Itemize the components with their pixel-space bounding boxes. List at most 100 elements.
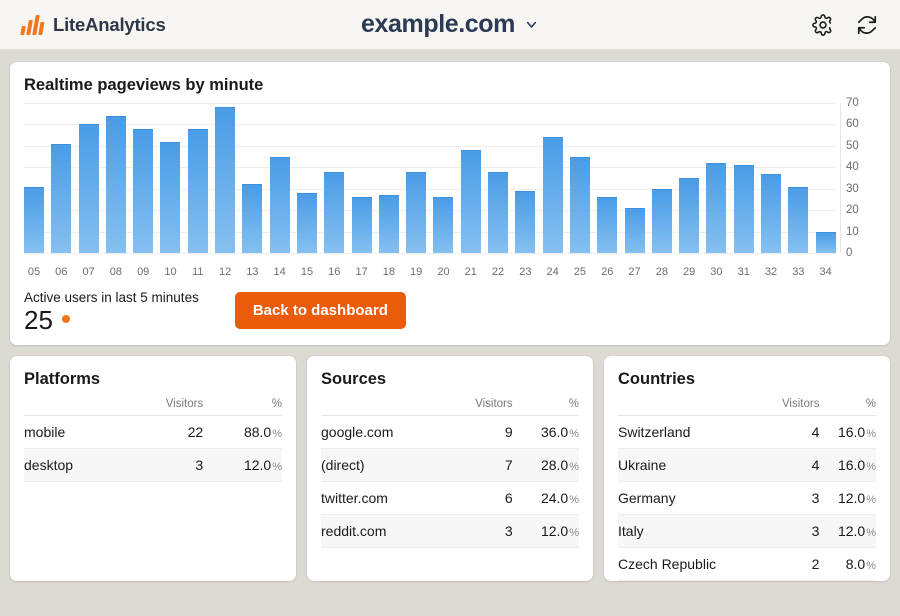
gear-icon[interactable] <box>812 13 834 36</box>
chart-x-tick-label: 30 <box>710 266 723 278</box>
table-cell-name: (direct) <box>321 448 448 482</box>
chart-x-tick-label: 23 <box>519 266 532 278</box>
chart-bar[interactable] <box>815 231 836 253</box>
chart-x-tick-label: 24 <box>546 266 559 278</box>
stats-card-sources: Sources Visitors% google.com 9 36.0% (direct)… <box>307 356 593 581</box>
active-users-row: 25 <box>24 307 199 333</box>
chart-bar[interactable] <box>733 165 754 253</box>
table-row[interactable]: Ukraine 4 16.0% <box>618 448 876 482</box>
table-header-row: Visitors% <box>24 395 282 416</box>
table-cell-percent: 16.0% <box>819 448 876 482</box>
table-row[interactable]: Czech Republic 2 8.0% <box>618 547 876 581</box>
chart-bar[interactable] <box>515 190 536 253</box>
chart-bar[interactable] <box>105 115 126 253</box>
chart-bar[interactable] <box>460 150 481 253</box>
chart-x-tick-label: 25 <box>573 266 587 278</box>
percent-symbol: % <box>866 560 876 572</box>
table-row[interactable]: Italy 3 12.0% <box>618 514 876 548</box>
chart-bar[interactable] <box>569 156 590 253</box>
chart-x-tick-label: 20 <box>437 266 450 278</box>
chart-bar[interactable] <box>542 137 563 253</box>
chart-x-tick-label: 27 <box>628 266 641 278</box>
back-to-dashboard-button[interactable]: Back to dashboard <box>234 292 406 329</box>
table-row[interactable]: Germany 3 12.0% <box>618 481 876 515</box>
chart-bar[interactable] <box>133 128 154 253</box>
percent-symbol: % <box>866 461 876 473</box>
chart-bar[interactable] <box>597 197 618 253</box>
chart-bar[interactable] <box>406 171 427 253</box>
table-header-row: Visitors% <box>618 395 876 416</box>
chart-bar[interactable] <box>378 195 399 253</box>
chart-bar[interactable] <box>651 188 672 253</box>
table-column-header: Visitors <box>447 395 513 416</box>
stats-table: Visitors% Switzerland 4 16.0% Ukraine 4 16.0% G… <box>618 395 876 581</box>
chart-x-tick-label: 18 <box>382 266 395 278</box>
chart-x-tick-label: 14 <box>273 266 286 278</box>
chart-bar[interactable] <box>78 124 99 253</box>
stats-card-countries: Countries Visitors% Switzerland 4 16.0% Ukrai… <box>604 356 890 581</box>
chart-x-tick-label: 22 <box>491 266 505 278</box>
chart-y-tick-label: 60 <box>846 118 859 131</box>
table-row[interactable]: (direct) 7 28.0% <box>321 448 579 482</box>
table-cell-visitors: 4 <box>763 448 820 482</box>
refresh-icon[interactable] <box>856 14 878 36</box>
table-cell-name: twitter.com <box>321 481 448 515</box>
table-cell-visitors: 22 <box>125 415 204 449</box>
chart-bar[interactable] <box>351 197 372 253</box>
percent-symbol: % <box>272 428 282 440</box>
table-cell-percent: 12.0% <box>819 514 876 548</box>
chart-x-tick-label: 32 <box>764 266 778 278</box>
table-row[interactable]: twitter.com 6 24.0% <box>321 481 579 515</box>
chart-y-tick-label: 10 <box>846 225 859 238</box>
table-column-header: % <box>512 395 579 416</box>
chart-bar[interactable] <box>433 197 454 253</box>
table-row[interactable]: reddit.com 3 12.0% <box>321 514 579 548</box>
brand-name: LiteAnalytics <box>53 13 166 35</box>
chart-bar[interactable] <box>160 141 181 253</box>
table-cell-visitors: 6 <box>447 481 513 515</box>
table-row[interactable]: google.com 9 36.0% <box>321 415 579 449</box>
brand-logo[interactable]: LiteAnalytics <box>20 13 166 36</box>
table-row[interactable]: desktop 3 12.0% <box>24 448 282 482</box>
chart-x-tick-label: 06 <box>55 266 68 278</box>
chart-bar[interactable] <box>24 186 44 253</box>
active-users-block: Active users in last 5 minutes 25 <box>24 290 199 333</box>
chart-bar[interactable] <box>679 178 700 253</box>
chart-x-tick-label: 12 <box>218 266 232 278</box>
site-selector[interactable]: example.com <box>361 10 539 39</box>
chart-y-tick-label: 20 <box>846 204 859 217</box>
table-row[interactable]: mobile 22 88.0% <box>24 415 282 449</box>
chart-bar[interactable] <box>324 171 345 253</box>
stats-card-title: Countries <box>618 370 696 388</box>
chart-x-tick-label: 29 <box>683 266 696 278</box>
chart-bar[interactable] <box>788 186 809 253</box>
chart-x-tick-label: 17 <box>355 266 368 278</box>
site-name: example.com <box>360 10 515 38</box>
table-column-header: % <box>203 395 282 416</box>
chart-bar[interactable] <box>269 156 290 253</box>
table-cell-visitors: 2 <box>763 547 820 581</box>
status-dot-icon <box>61 315 70 323</box>
percent-symbol: % <box>569 527 579 539</box>
chart-bar[interactable] <box>706 163 727 253</box>
chart-bar[interactable] <box>761 173 782 253</box>
table-cell-visitors: 7 <box>447 448 513 482</box>
table-cell-percent: 12.0% <box>819 481 876 515</box>
table-column-header: Visitors <box>763 395 820 416</box>
chart-y-tick-label: 70 <box>846 97 859 109</box>
chart-bar[interactable] <box>51 143 72 253</box>
chart-x-tick-label: 11 <box>192 266 204 278</box>
table-column-header: Visitors <box>125 395 204 416</box>
table-cell-visitors: 4 <box>763 415 820 449</box>
chart-bar[interactable] <box>296 193 317 253</box>
chart-bar[interactable] <box>187 128 208 253</box>
chart-bar[interactable] <box>215 107 236 253</box>
chart-bar[interactable] <box>242 184 263 253</box>
table-row[interactable]: Switzerland 4 16.0% <box>618 415 876 449</box>
table-cell-percent: 8.0% <box>819 547 876 581</box>
chart-bar[interactable] <box>488 171 509 253</box>
chart-bar[interactable] <box>624 208 645 253</box>
table-cell-name: Czech Republic <box>618 547 764 581</box>
percent-symbol: % <box>569 428 579 440</box>
table-column-header <box>24 395 126 416</box>
